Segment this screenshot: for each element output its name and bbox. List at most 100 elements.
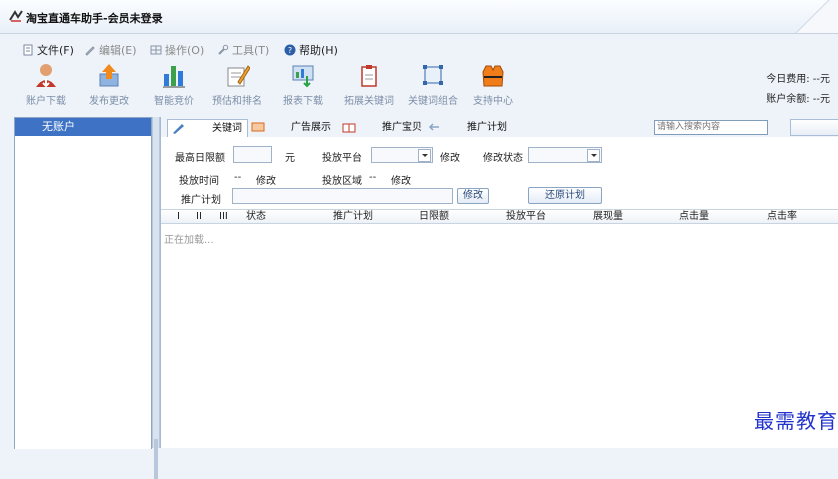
- publish-changes-button[interactable]: 发布更改: [80, 62, 138, 110]
- today-cost-label: 今日费用:: [766, 74, 810, 85]
- status-label: 修改状态: [483, 153, 523, 164]
- plan-name-input[interactable]: [232, 188, 453, 204]
- app-logo-icon: [9, 10, 23, 22]
- pencil-icon: [85, 46, 95, 56]
- title-bar-corner: [788, 0, 838, 33]
- menu-tools[interactable]: 工具(T): [217, 42, 269, 58]
- smart-bid-label: 智能竞价: [154, 96, 194, 107]
- main-panel: 关键词 广告展示 推广宝贝 推广计划 最高日限额 元 投放平台 修改 修改状态 …: [160, 117, 838, 448]
- keyword-combine-icon: [423, 65, 443, 85]
- col-header-ii[interactable]: II: [196, 210, 202, 223]
- plan-label: 推广计划: [181, 195, 221, 206]
- menu-operate[interactable]: 操作(O): [150, 42, 204, 58]
- pane-splitter[interactable]: [152, 117, 160, 479]
- menu-help-label: 帮助(H): [299, 44, 338, 57]
- account-download-label: 账户下载: [26, 96, 66, 107]
- region-label: 投放区域: [322, 176, 362, 187]
- report-download-button[interactable]: 报表下载: [274, 62, 332, 110]
- col-header-iii[interactable]: III: [219, 210, 228, 223]
- col-header-clicks[interactable]: 点击量: [679, 210, 709, 223]
- col-header-plan[interactable]: 推广计划: [333, 210, 373, 223]
- report-download-label: 报表下载: [283, 96, 323, 107]
- tab-promotion-plan-label: 推广计划: [467, 122, 507, 133]
- account-sidebar: 无账户: [14, 117, 152, 449]
- yuan-unit-label: 元: [285, 153, 295, 164]
- status-select[interactable]: [528, 147, 602, 163]
- watermark-text: 最需教育: [754, 409, 838, 433]
- publish-changes-label: 发布更改: [89, 96, 129, 107]
- title-bar: 淘宝直通车助手-会员未登录: [0, 0, 838, 34]
- col-header-impressions[interactable]: 展现量: [593, 210, 623, 223]
- account-download-button[interactable]: 账户下载: [17, 62, 75, 110]
- keyword-combination-label: 关键词组合: [408, 96, 458, 107]
- plan-settings-form: 最高日限额 元 投放平台 修改 修改状态 投放时间 -- 修改 投放区域 -- …: [161, 137, 838, 209]
- menu-tools-label: 工具(T): [232, 44, 270, 57]
- chevron-down-icon[interactable]: [418, 149, 431, 162]
- report-download-icon: [292, 65, 314, 88]
- restore-plan-button[interactable]: 还原计划: [528, 187, 602, 204]
- gift-tab-icon: [342, 123, 356, 133]
- plan-modify-button[interactable]: 修改: [457, 188, 489, 204]
- sidebar-item-no-account[interactable]: 无账户: [15, 118, 151, 136]
- account-summary: 今日费用: --元 账户余额: --元: [766, 70, 830, 110]
- toolbar: 账户下载 发布更改 智能竞价 预估和排名 报表下载 拓展关键词 关键词组合 支持…: [0, 62, 838, 112]
- menu-file[interactable]: 文件(F): [22, 42, 74, 58]
- col-header-daily-limit[interactable]: 日限额: [419, 210, 449, 223]
- platform-modify-link[interactable]: 修改: [440, 149, 460, 164]
- schedule-modify-link[interactable]: 修改: [256, 172, 276, 187]
- max-daily-limit-input[interactable]: [233, 146, 272, 163]
- estimate-ranking-label: 预估和排名: [212, 96, 262, 107]
- menu-bar: 文件(F) 编辑(E) 操作(O) 工具(T) ? 帮助(H): [0, 40, 838, 60]
- platform-label: 投放平台: [322, 153, 362, 164]
- col-header-ctr[interactable]: 点击率: [767, 210, 797, 223]
- schedule-value: --: [234, 172, 242, 183]
- splitter-grip[interactable]: [154, 439, 158, 479]
- menu-edit[interactable]: 编辑(E): [84, 42, 137, 58]
- notepad-pencil-icon: [227, 65, 250, 87]
- support-center-button[interactable]: 支持中心: [464, 62, 522, 110]
- menu-edit-label: 编辑(E): [99, 44, 137, 57]
- tab-promoted-items[interactable]: 推广宝贝: [338, 119, 422, 136]
- ad-tab-icon: [251, 122, 265, 132]
- tab-keywords[interactable]: 关键词: [167, 119, 248, 138]
- tab-keywords-label: 关键词: [212, 123, 242, 134]
- search-button[interactable]: [790, 119, 838, 136]
- platform-select[interactable]: [371, 147, 433, 163]
- keyword-combination-button[interactable]: 关键词组合: [404, 62, 462, 110]
- schedule-label: 投放时间: [179, 176, 219, 187]
- user-download-icon: [36, 64, 56, 88]
- max-daily-limit-label: 最高日限额: [175, 153, 225, 164]
- life-vest-icon: [482, 65, 504, 87]
- expand-keywords-label: 拓展关键词: [344, 96, 394, 107]
- region-modify-link[interactable]: 修改: [391, 172, 411, 187]
- tab-promotion-plan[interactable]: 推广计划: [423, 119, 513, 136]
- support-center-label: 支持中心: [473, 96, 513, 107]
- menu-help[interactable]: ? 帮助(H): [284, 42, 338, 58]
- loading-text: 正在加载...: [164, 235, 214, 246]
- estimate-ranking-button[interactable]: 预估和排名: [208, 62, 266, 110]
- col-header-i[interactable]: I: [177, 210, 180, 223]
- col-header-status[interactable]: 状态: [246, 210, 266, 223]
- wrench-icon: [218, 44, 229, 55]
- tab-promoted-items-label: 推广宝贝: [382, 122, 422, 133]
- file-icon: [23, 44, 33, 56]
- plan-table-header: I II III 状态 推广计划 日限额 投放平台 展现量 点击量 点击率: [161, 209, 838, 224]
- balance-value: --元: [812, 94, 830, 105]
- today-cost-value: --元: [812, 74, 830, 85]
- menu-file-label: 文件(F): [37, 44, 74, 57]
- pen-tab-icon: [173, 124, 184, 134]
- bar-chart-icon: [163, 66, 185, 88]
- menu-operate-label: 操作(O): [165, 44, 205, 57]
- grid-icon: [150, 45, 162, 55]
- chevron-down-icon[interactable]: [587, 149, 600, 162]
- search-input[interactable]: [654, 120, 768, 135]
- clipboard-icon: [361, 65, 377, 87]
- svg-text:?: ?: [288, 46, 292, 55]
- region-value: --: [369, 172, 377, 183]
- tab-ad-display[interactable]: 广告展示: [247, 119, 335, 136]
- window-title: 淘宝直通车助手-会员未登录: [26, 12, 163, 25]
- smart-bid-button[interactable]: 智能竞价: [145, 62, 203, 110]
- col-header-platform[interactable]: 投放平台: [506, 210, 546, 223]
- expand-keywords-button[interactable]: 拓展关键词: [340, 62, 398, 110]
- publish-arrow-icon: [99, 64, 119, 87]
